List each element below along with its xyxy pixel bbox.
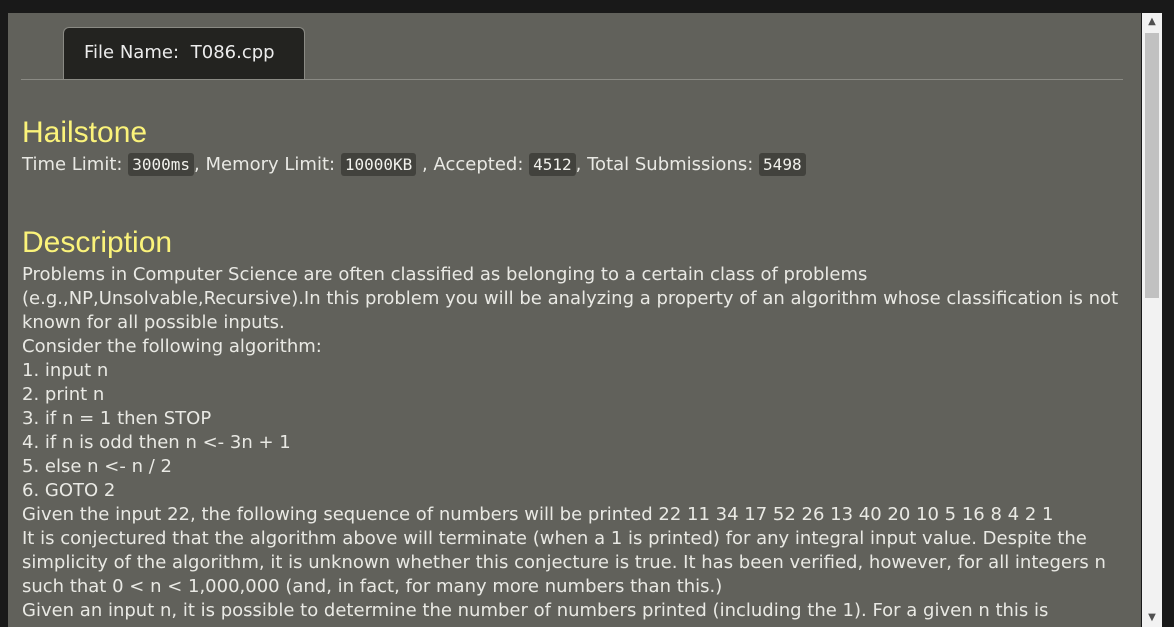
memory-limit-label: Memory Limit: — [205, 154, 336, 175]
problem-title: Hailstone — [22, 116, 148, 149]
algorithm-step: 2. print n — [22, 384, 105, 405]
total-submissions-value: 5498 — [759, 153, 806, 176]
accepted-value: 4512 — [529, 153, 576, 176]
total-submissions-label: Total Submissions: — [587, 154, 754, 175]
tab-label: File Name — [84, 42, 173, 63]
memory-limit-separator: , — [422, 154, 428, 175]
algorithm-step: 5. else n <- n / 2 — [22, 456, 172, 477]
description-paragraph: Given the input 22, the following sequen… — [22, 504, 1054, 525]
time-limit-separator: , — [194, 154, 200, 175]
tab-separator: : — [172, 42, 180, 63]
description-paragraph: Given an input n, it is possible to dete… — [22, 600, 1049, 621]
description-paragraph: Problems in Computer Science are often c… — [22, 264, 1119, 333]
algorithm-step: 6. GOTO 2 — [22, 480, 116, 501]
time-limit-value: 3000ms — [128, 153, 194, 176]
scrollbar-thumb[interactable] — [1145, 33, 1159, 298]
vertical-scrollbar[interactable]: ▲ ▼ — [1142, 13, 1162, 627]
algorithm-step: 4. if n is odd then n <- 3n + 1 — [22, 432, 291, 453]
description-paragraph: Consider the following algorithm: — [22, 336, 322, 357]
problem-content: Hailstone Time Limit: 3000ms, Memory Lim… — [22, 113, 1130, 623]
algorithm-step: 3. if n = 1 then STOP — [22, 408, 212, 429]
scroll-down-icon[interactable]: ▼ — [1142, 609, 1162, 627]
accepted-label: Accepted: — [433, 154, 524, 175]
tab-filename: T086.cpp — [190, 42, 275, 63]
description-body: Problems in Computer Science are often c… — [22, 263, 1130, 623]
problem-window: File Name: T086.cpp Hailstone Time Limit… — [8, 13, 1141, 627]
scroll-up-icon[interactable]: ▲ — [1142, 13, 1162, 31]
problem-limits: Time Limit: 3000ms, Memory Limit: 10000K… — [22, 153, 1130, 177]
accepted-separator: , — [575, 154, 582, 175]
description-title: Description — [22, 226, 173, 259]
tab-bar: File Name: T086.cpp — [21, 13, 1123, 80]
tab-file[interactable]: File Name: T086.cpp — [63, 27, 305, 79]
description-paragraph: It is conjectured that the algorithm abo… — [22, 528, 1106, 597]
algorithm-step: 1. input n — [22, 360, 109, 381]
time-limit-label: Time Limit: — [22, 154, 123, 175]
memory-limit-value: 10000KB — [340, 153, 417, 176]
